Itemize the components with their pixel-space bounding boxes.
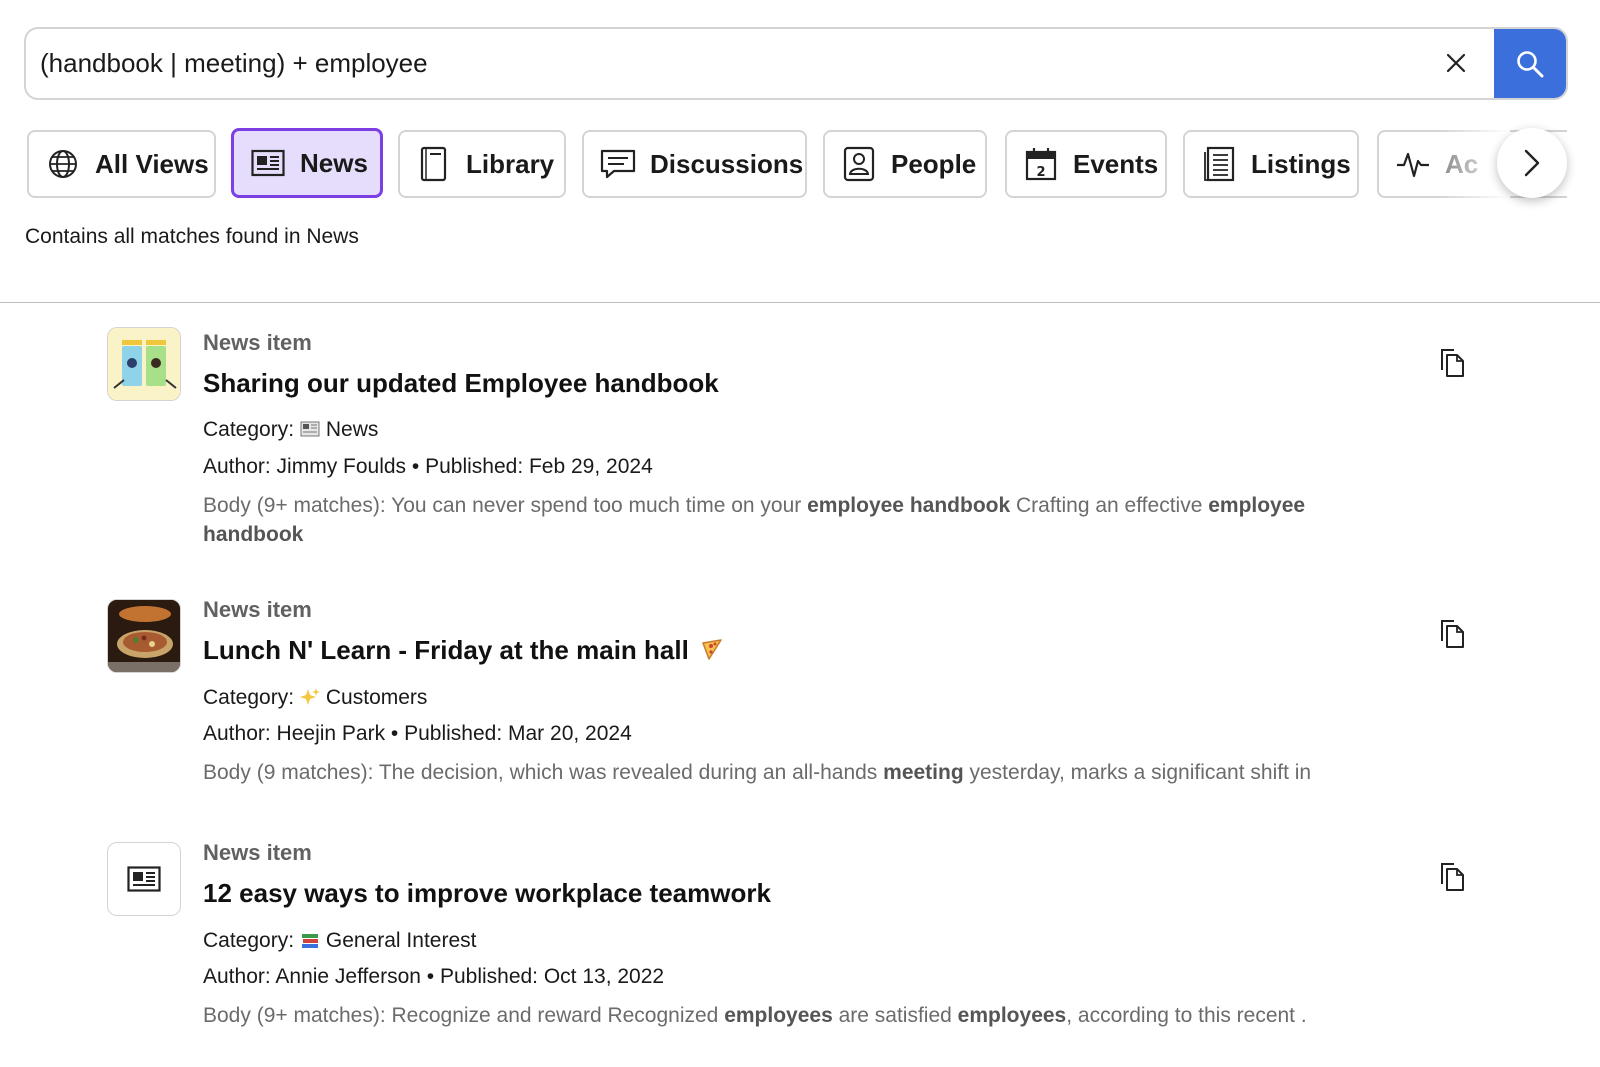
news-icon <box>250 145 286 181</box>
pizza-icon <box>702 639 722 660</box>
result-category: Category: Customers <box>203 686 427 710</box>
search-icon <box>1517 50 1544 77</box>
tab-label: Events <box>1073 148 1159 179</box>
tab-label: Listings <box>1251 148 1351 179</box>
body-text: are satisfied <box>832 1004 958 1027</box>
view-tabs: All Views News Library Discussions Peopl… <box>27 127 1567 201</box>
tab-label: People <box>891 148 977 179</box>
result-title[interactable]: Sharing our updated Employee handbook <box>203 368 719 399</box>
result-thumbnail <box>107 599 181 673</box>
tab-all-views[interactable]: All Views <box>27 130 216 198</box>
tab-news[interactable]: News <box>231 128 383 198</box>
globe-icon <box>45 146 81 182</box>
copy-link-button[interactable] <box>1438 860 1468 894</box>
tab-listings[interactable]: Listings <box>1183 130 1359 198</box>
category-value: News <box>325 418 379 441</box>
newspaper-icon <box>300 421 320 437</box>
people-icon <box>841 146 877 182</box>
body-match: employees <box>724 1004 833 1027</box>
result-author: Author: Heejin Park • Published: Mar 20,… <box>203 722 632 745</box>
result-title[interactable]: 12 easy ways to improve workplace teamwo… <box>203 878 771 909</box>
copy-icon <box>1441 620 1464 648</box>
body-text: Body (9 matches): The decision, which wa… <box>203 761 884 784</box>
tab-events[interactable]: 2 Events <box>1005 130 1167 198</box>
divider <box>0 302 1600 303</box>
tab-label: News <box>300 147 368 178</box>
result-body: Body (9+ matches): You can never spend t… <box>203 491 1383 549</box>
result-type: News item <box>203 840 312 865</box>
category-label: Category: <box>203 686 295 709</box>
category-value: General Interest <box>325 929 477 952</box>
category-label: Category: <box>203 418 295 441</box>
body-text: Body (9+ matches): You can never spend t… <box>203 494 808 517</box>
result-type: News item <box>203 330 312 355</box>
body-match: employee handbook <box>807 494 1011 517</box>
body-text: Crafting an effective <box>1010 494 1209 517</box>
copy-icon <box>1441 349 1464 377</box>
result-author: Author: Jimmy Foulds • Published: Feb 29… <box>203 455 653 478</box>
discussions-icon <box>600 146 636 182</box>
result-thumbnail <box>107 842 181 916</box>
listings-icon <box>1201 146 1237 182</box>
tab-label: Library <box>466 148 555 179</box>
result-thumbnail <box>107 327 181 401</box>
result-author: Author: Annie Jefferson • Published: Oct… <box>203 965 665 988</box>
result-type: News item <box>203 597 312 622</box>
body-match: employees <box>957 1004 1067 1027</box>
tab-label: All Views <box>95 148 209 179</box>
result-category: Category: News <box>203 418 378 442</box>
body-text: Body (9+ matches): Recognize and reward … <box>203 1004 725 1027</box>
tab-people[interactable]: People <box>823 130 987 198</box>
search-button[interactable] <box>1494 29 1566 98</box>
result-title: Lunch N' Learn - Friday at the main hall <box>203 635 689 665</box>
body-text: , according to this recent . <box>1066 1004 1307 1027</box>
library-icon <box>416 146 452 182</box>
result-category: Category: General Interest <box>203 929 476 953</box>
tab-library[interactable]: Library <box>398 130 566 198</box>
result-body: Body (9 matches): The decision, which wa… <box>203 758 1383 787</box>
search-bar <box>24 27 1568 100</box>
body-match: meeting <box>883 761 964 784</box>
result-body: Body (9+ matches): Recognize and reward … <box>203 1001 1383 1030</box>
tabs-scroll-right-button[interactable] <box>1497 128 1567 198</box>
copy-link-button[interactable] <box>1438 346 1468 380</box>
tab-label: Discussions <box>650 148 804 179</box>
results-scope-hint: Contains all matches found in News <box>25 225 359 248</box>
svg-text:2: 2 <box>1036 165 1045 180</box>
calendar-icon: 2 <box>1023 146 1059 182</box>
news-icon <box>108 843 180 915</box>
clear-search-button[interactable] <box>1436 43 1476 83</box>
search-input[interactable] <box>26 29 1406 98</box>
body-text: yesterday, marks a significant shift in <box>963 761 1312 784</box>
tab-discussions[interactable]: Discussions <box>582 130 807 198</box>
result-title-row[interactable]: Lunch N' Learn - Friday at the main hall <box>203 635 724 666</box>
category-label: Category: <box>203 929 295 952</box>
chevron-right-icon <box>1524 149 1540 177</box>
sparkles-icon <box>299 688 320 705</box>
close-icon <box>1446 53 1466 73</box>
category-value: Customers <box>325 686 428 709</box>
activity-icon <box>1395 146 1431 182</box>
books-icon <box>301 934 318 948</box>
copy-icon <box>1441 863 1464 891</box>
copy-link-button[interactable] <box>1438 617 1468 651</box>
